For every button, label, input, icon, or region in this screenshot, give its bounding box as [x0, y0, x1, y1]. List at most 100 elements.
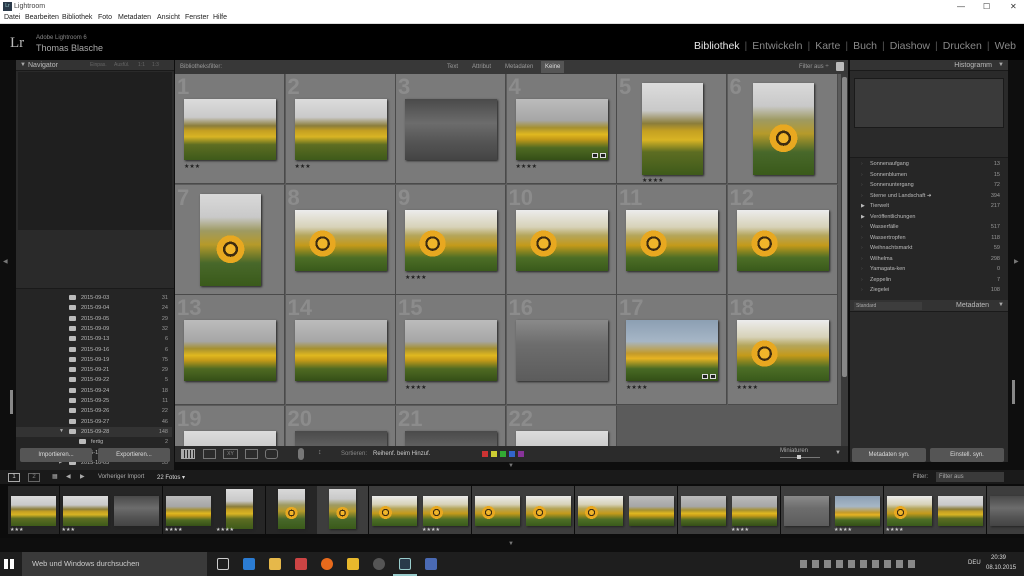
color-label-green[interactable] — [500, 451, 506, 457]
filmstrip-thumbnail[interactable] — [329, 489, 356, 529]
collapse-triangle-icon[interactable]: ▼ — [998, 60, 1004, 71]
filmstrip-cell[interactable]: ★★★★ — [832, 486, 883, 534]
grid-cell[interactable]: 19 — [175, 405, 285, 446]
photo-thumbnail[interactable] — [642, 83, 703, 175]
clock-time[interactable]: 20:39 — [991, 555, 1006, 561]
photo-thumbnail[interactable] — [294, 99, 387, 160]
color-label-red[interactable] — [482, 451, 488, 457]
color-label-yellow[interactable] — [491, 451, 497, 457]
photo-thumbnail[interactable] — [405, 209, 497, 271]
photo-thumbnail[interactable] — [626, 320, 718, 381]
folder-row[interactable]: 2015-09-26 22 — [16, 406, 172, 416]
edge-browser-icon[interactable] — [243, 558, 255, 570]
filter-tab-attribut[interactable]: Attribut — [472, 64, 491, 70]
folder-row[interactable]: 2015-09-22 5 — [16, 375, 172, 385]
grid-cell[interactable]: 17 ★★★★ — [617, 295, 727, 405]
filmstrip-thumbnail[interactable] — [526, 496, 571, 526]
filmstrip-thumbnail[interactable] — [226, 489, 253, 529]
grid-cell[interactable]: 18 ★★★★ — [727, 295, 838, 405]
grid-cell[interactable]: 13 — [175, 295, 285, 405]
filmstrip-thumbnail[interactable] — [371, 496, 417, 526]
develop-badge-icon[interactable] — [599, 153, 606, 158]
module-web[interactable]: Web — [995, 40, 1016, 52]
photo-thumbnail[interactable] — [736, 209, 829, 271]
keyword-row[interactable]: › Sonnenblumen 15 — [850, 170, 1006, 181]
tray-icons[interactable] — [800, 560, 920, 568]
source-label[interactable]: Vorheriger Import — [98, 474, 144, 480]
taskbar-search-input[interactable]: Web und Windows durchsuchen — [22, 552, 207, 576]
filmstrip-cell[interactable]: ★★★ — [8, 486, 59, 534]
filmstrip-thumbnail[interactable] — [474, 496, 520, 526]
clock-date[interactable]: 08.10.2015 — [986, 565, 1016, 571]
second-window-button[interactable]: 2 — [28, 473, 40, 482]
collapse-triangle-icon[interactable]: ▼ — [20, 60, 26, 71]
photo-thumbnail[interactable] — [515, 430, 608, 446]
main-window-button[interactable]: 1 — [8, 473, 20, 482]
filmstrip-thumbnail[interactable] — [11, 496, 56, 526]
grid-cell[interactable]: 10 — [506, 184, 617, 295]
close-button[interactable]: ✕ — [1010, 2, 1017, 11]
star-rating[interactable]: ★★★ — [184, 163, 200, 170]
filmstrip-cell[interactable]: ★★★★ — [729, 486, 780, 534]
menu-fenster[interactable]: Fenster — [185, 14, 209, 21]
keyword-row[interactable]: › Wilhelma 298 — [850, 254, 1006, 265]
filmstrip-thumbnail[interactable] — [277, 489, 305, 529]
keyword-row[interactable]: › Sterne und Landschaft ➜ 394 — [850, 191, 1006, 202]
back-arrow-icon[interactable]: ◀ — [66, 473, 71, 480]
photo-thumbnail[interactable] — [736, 320, 829, 381]
keyword-row[interactable]: › Sonnenuntergang 72 — [850, 180, 1006, 191]
module-entwickeln[interactable]: Entwickeln — [752, 40, 802, 52]
menu-bearbeiten[interactable]: Bearbeiten — [25, 14, 59, 21]
module-diashow[interactable]: Diashow — [890, 40, 930, 52]
bottom-toggle-icon[interactable]: ▼ — [508, 541, 514, 547]
keyword-row[interactable]: › Wasserfälle 517 — [850, 222, 1006, 233]
photo-thumbnail[interactable] — [294, 209, 387, 271]
module-buch[interactable]: Buch — [853, 40, 877, 52]
photo-thumbnail[interactable] — [752, 83, 814, 175]
menu-ansicht[interactable]: Ansicht — [157, 14, 180, 21]
filmstrip-cell[interactable]: ★★★★ — [162, 486, 214, 534]
filter-tab-text[interactable]: Text — [447, 64, 458, 70]
filmstrip-thumbnail[interactable] — [886, 496, 932, 526]
media-player-icon[interactable] — [295, 558, 307, 570]
language-indicator[interactable]: DEU — [968, 560, 981, 566]
folder-disclosure-icon[interactable]: ▼ — [59, 428, 64, 434]
grid-cell[interactable]: 5 ★★★★ — [617, 74, 727, 184]
photo-thumbnail[interactable] — [200, 193, 261, 286]
sync-metadata-button[interactable]: Metadaten syn. — [852, 448, 926, 462]
sync-settings-button[interactable]: Einstell. syn. — [930, 448, 1004, 462]
menu-metadaten[interactable]: Metadaten — [118, 14, 151, 21]
keyword-row[interactable]: ▶ Veröffentlichungen — [850, 212, 1006, 223]
grid-icon[interactable]: ▦ — [52, 473, 58, 480]
filmstrip-thumbnail[interactable] — [114, 496, 159, 526]
keyword-row[interactable]: › Sonnenaufgang 13 — [850, 159, 1006, 170]
folder-row[interactable]: 2015-09-21 29 — [16, 365, 172, 375]
folder-row[interactable]: 2015-09-05 29 — [16, 314, 172, 324]
filmstrip-cell[interactable]: ★★★ — [59, 486, 111, 534]
collapse-triangle-icon[interactable]: ▼ — [998, 302, 1004, 308]
photo-thumbnail[interactable] — [184, 320, 276, 381]
star-rating[interactable]: ★★★★ — [405, 384, 427, 391]
menu-datei[interactable]: Datei — [4, 14, 20, 21]
grid-scrollbar[interactable] — [841, 74, 848, 446]
lightroom-taskbar-icon[interactable] — [399, 558, 411, 570]
keyword-row[interactable]: › Wassertropfen 118 — [850, 233, 1006, 244]
firefox-icon[interactable] — [321, 558, 333, 570]
menu-hilfe[interactable]: Hilfe — [213, 14, 227, 21]
nav-1to3[interactable]: 1:3 — [152, 60, 159, 71]
filter-state-dropdown[interactable]: Filter aus ÷ — [799, 64, 829, 70]
filmstrip-thumbnail[interactable] — [423, 496, 468, 526]
photo-thumbnail[interactable] — [294, 430, 387, 446]
filmstrip-filter-dropdown[interactable]: Filter aus — [936, 472, 1004, 482]
right-scroll-thumb[interactable] — [1012, 380, 1015, 404]
grid-cell[interactable]: 15 ★★★★ — [396, 295, 506, 405]
grid-cell[interactable]: 8 — [285, 184, 396, 295]
star-rating[interactable]: ★★★★ — [642, 177, 664, 183]
people-view-icon[interactable] — [265, 449, 278, 459]
photo-thumbnail[interactable] — [405, 320, 497, 381]
grid-cell[interactable]: 4 ★★★★ — [506, 74, 617, 184]
photo-thumbnail[interactable] — [515, 320, 608, 381]
filmstrip-cell[interactable] — [265, 486, 317, 534]
grid-cell[interactable]: 21 — [396, 405, 506, 446]
folder-row[interactable]: 2015-09-24 18 — [16, 386, 172, 396]
